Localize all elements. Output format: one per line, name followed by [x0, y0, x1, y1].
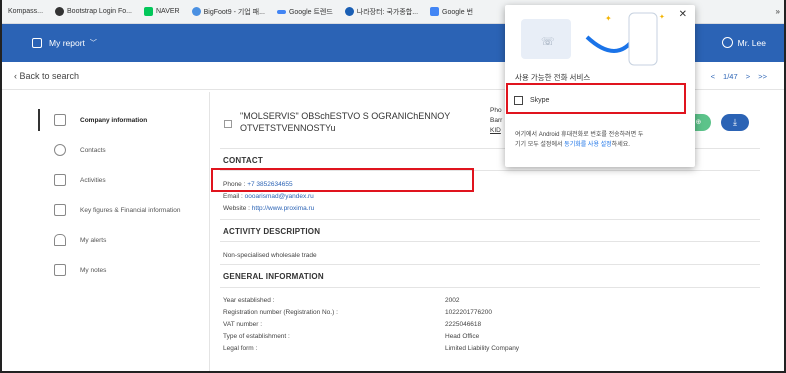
highlight-box-phone: [211, 168, 474, 192]
pager-last-button[interactable]: >>: [758, 72, 767, 81]
company-name: "MOLSERVIS" OBSchESTVO S OGRANIChENNOY O…: [240, 111, 451, 133]
sidebar-item-activities[interactable]: Activities: [38, 165, 208, 195]
sync-settings-link[interactable]: 동기화를 사용 설정: [564, 142, 612, 148]
general-value: Limited Liability Company: [445, 345, 520, 352]
activities-icon: [54, 174, 66, 186]
sidebar-item-my-notes[interactable]: My notes: [38, 255, 208, 285]
general-value: 1022201776200: [445, 309, 492, 316]
activity-section-title: ACTIVITY DESCRIPTION: [223, 227, 321, 236]
bookmark-narajangteo[interactable]: 나라장터: 국가종합...: [339, 7, 424, 17]
divider: [220, 241, 760, 242]
sidebar-item-company-information[interactable]: Company information: [38, 105, 208, 135]
svg-text:✦: ✦: [605, 14, 612, 23]
popup-description: 여기에서 Android 휴대전화로 번호를 전송하려면 두 기기 모두 설정에…: [515, 132, 644, 148]
general-value: 2002: [445, 297, 460, 304]
sidebar: Company information Contacts Activities …: [38, 105, 208, 285]
narajangteo-icon: [344, 7, 354, 16]
popup-title: 사용 가능한 전화 서비스: [515, 73, 591, 82]
activity-description: Non-specialised wholesale trade: [223, 252, 317, 259]
my-report-menu[interactable]: My report ﹀: [32, 38, 97, 48]
divider: [220, 219, 760, 220]
contact-email: Email : oooarismad@yandex.ru: [223, 193, 314, 200]
result-pager: < 1/47 > >>: [708, 72, 770, 81]
svg-text:☏: ☏: [541, 35, 555, 48]
general-label: Legal form :: [223, 345, 258, 352]
chart-icon: [54, 204, 66, 216]
user-menu[interactable]: Mr. Lee: [721, 37, 766, 48]
pager-prev-button[interactable]: <: [711, 72, 715, 81]
bootstrap-icon: [55, 7, 65, 16]
general-value: Head Office: [445, 333, 480, 340]
bell-icon: [54, 234, 66, 246]
highlight-box-skype: [506, 83, 686, 114]
general-section-title: GENERAL INFORMATION: [223, 272, 324, 281]
bookmark-kompass[interactable]: Kompass...: [2, 8, 49, 15]
company-summary-clipped: Pho Barr KID: [490, 107, 503, 134]
trends-icon: [276, 9, 286, 14]
pager-position: 1/47: [723, 72, 738, 81]
email-link[interactable]: oooarismad@yandex.ru: [245, 193, 314, 200]
contact-website: Website : http://www.proxima.ru: [223, 205, 315, 212]
back-to-search-link[interactable]: ‹ Back to search: [14, 71, 79, 81]
general-label: Year established :: [223, 297, 275, 304]
close-icon[interactable]: ✕: [679, 9, 687, 20]
company-icon: [54, 114, 66, 126]
sidebar-item-contacts[interactable]: Contacts: [38, 135, 208, 165]
phone-transfer-illustration: ☏ ✦ ✦: [521, 12, 665, 66]
svg-text:✦: ✦: [659, 13, 665, 21]
translate-icon: [430, 7, 440, 16]
bookmarks-more-button[interactable]: »: [776, 7, 780, 16]
browser-window: Kompass... Bootstrap Login Fo... NAVER B…: [0, 0, 786, 373]
report-icon: [32, 38, 42, 48]
chevron-down-icon: ﹀: [89, 40, 97, 47]
notes-icon: [54, 264, 66, 276]
naver-icon: [144, 7, 153, 16]
divider: [220, 264, 760, 265]
general-label: Registration number (Registration No.) :: [223, 309, 338, 316]
download-button[interactable]: ⤓: [721, 114, 749, 131]
select-company-checkbox[interactable]: [224, 120, 232, 128]
bookmark-naver[interactable]: NAVER: [138, 7, 186, 16]
divider: [220, 287, 760, 288]
contacts-icon: [54, 144, 66, 156]
bookmark-google-translate[interactable]: Google 번: [424, 7, 479, 17]
general-label: VAT number :: [223, 321, 263, 328]
sidebar-item-key-figures[interactable]: Key figures & Financial information: [38, 195, 208, 225]
bookmark-bootstrap[interactable]: Bootstrap Login Fo...: [49, 7, 138, 16]
sidebar-item-my-alerts[interactable]: My alerts: [38, 225, 208, 255]
contact-section-title: CONTACT: [223, 156, 263, 165]
pager-next-button[interactable]: >: [746, 72, 750, 81]
user-icon: [721, 37, 733, 48]
bookmark-bigfoot[interactable]: BigFoot9 - 기업 패...: [186, 7, 271, 17]
website-link[interactable]: http://www.proxima.ru: [252, 205, 315, 212]
my-report-label: My report: [49, 38, 85, 48]
general-label: Type of establishment :: [223, 333, 290, 340]
general-value: 2225046618: [445, 321, 482, 328]
user-name: Mr. Lee: [737, 37, 766, 48]
company-header: "MOLSERVIS" OBSchESTVO S OGRANIChENNOY O…: [224, 110, 454, 134]
bigfoot-icon: [191, 7, 201, 16]
bookmark-google-trends[interactable]: Google 트렌드: [271, 7, 339, 17]
